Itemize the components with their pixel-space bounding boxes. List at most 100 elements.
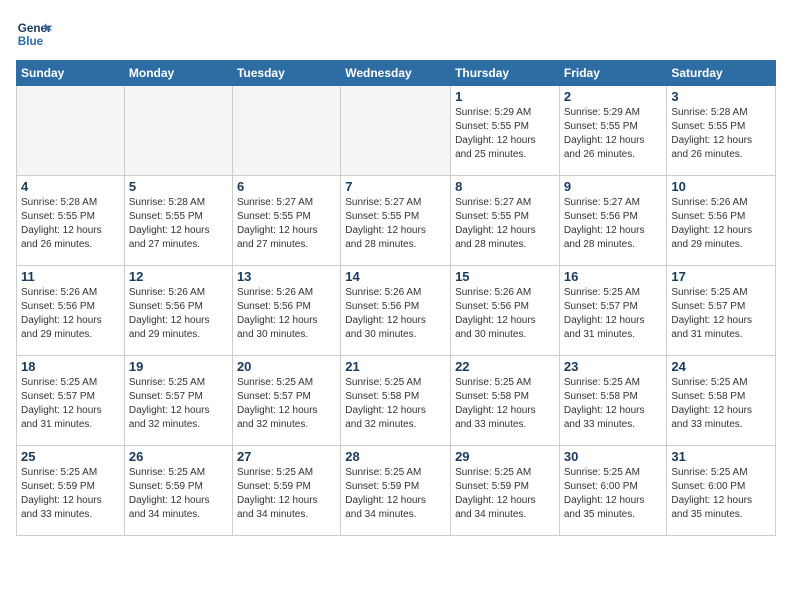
day-info: Sunrise: 5:25 AM Sunset: 5:59 PM Dayligh… [129,466,228,522]
day-number: 21 [345,359,446,374]
day-number: 28 [345,449,446,464]
weekday-header: Wednesday [341,61,451,86]
day-number: 27 [237,449,336,464]
day-info: Sunrise: 5:25 AM Sunset: 5:57 PM Dayligh… [564,286,663,342]
day-info: Sunrise: 5:25 AM Sunset: 5:57 PM Dayligh… [129,376,228,432]
weekday-header: Friday [559,61,667,86]
calendar-cell: 30 Sunrise: 5:25 AM Sunset: 6:00 PM Dayli… [559,446,667,536]
calendar-cell [124,86,232,176]
day-info: Sunrise: 5:25 AM Sunset: 5:57 PM Dayligh… [237,376,336,432]
calendar-cell: 16Sunrise: 5:25 AM Sunset: 5:57 PM Dayli… [559,266,667,356]
day-info: Sunrise: 5:25 AM Sunset: 5:59 PM Dayligh… [345,466,446,522]
calendar-cell: 1Sunrise: 5:29 AM Sunset: 5:55 PM Daylig… [451,86,560,176]
weekday-header: Thursday [451,61,560,86]
calendar-cell: 10 Sunrise: 5:26 AM Sunset: 5:56 PM Dayli… [667,176,776,266]
day-number: 26 [129,449,228,464]
day-info: Sunrise: 5:26 AM Sunset: 5:56 PM Dayligh… [129,286,228,342]
calendar-cell: 20Sunrise: 5:25 AM Sunset: 5:57 PM Dayli… [232,356,340,446]
day-number: 15 [455,269,555,284]
day-number: 13 [237,269,336,284]
day-info: Sunrise: 5:25 AM Sunset: 5:57 PM Dayligh… [21,376,120,432]
page-header: General Blue [16,16,776,52]
day-number: 9 [564,179,663,194]
day-info: Sunrise: 5:25 AM Sunset: 5:59 PM Dayligh… [455,466,555,522]
day-info: Sunrise: 5:25 AM Sunset: 5:59 PM Dayligh… [237,466,336,522]
calendar-cell: 5 Sunrise: 5:28 AM Sunset: 5:55 PM Daylig… [124,176,232,266]
day-info: Sunrise: 5:25 AM Sunset: 6:00 PM Dayligh… [671,466,771,522]
calendar-cell: 15 Sunrise: 5:26 AM Sunset: 5:56 PM Dayli… [451,266,560,356]
calendar-cell: 27 Sunrise: 5:25 AM Sunset: 5:59 PM Dayli… [232,446,340,536]
calendar-cell: 26 Sunrise: 5:25 AM Sunset: 5:59 PM Dayli… [124,446,232,536]
day-number: 11 [21,269,120,284]
calendar-cell [341,86,451,176]
calendar-cell: 18 Sunrise: 5:25 AM Sunset: 5:57 PM Dayli… [17,356,125,446]
calendar-cell: 19Sunrise: 5:25 AM Sunset: 5:57 PM Dayli… [124,356,232,446]
day-number: 17 [671,269,771,284]
calendar-cell [232,86,340,176]
calendar-week-row: 1Sunrise: 5:29 AM Sunset: 5:55 PM Daylig… [17,86,776,176]
day-number: 2 [564,89,663,104]
day-info: Sunrise: 5:25 AM Sunset: 5:59 PM Dayligh… [21,466,120,522]
day-info: Sunrise: 5:27 AM Sunset: 5:55 PM Dayligh… [455,196,555,252]
weekday-header-row: SundayMondayTuesdayWednesdayThursdayFrid… [17,61,776,86]
day-number: 7 [345,179,446,194]
day-info: Sunrise: 5:26 AM Sunset: 5:56 PM Dayligh… [455,286,555,342]
day-info: Sunrise: 5:25 AM Sunset: 5:58 PM Dayligh… [455,376,555,432]
calendar-cell: 21 Sunrise: 5:25 AM Sunset: 5:58 PM Dayli… [341,356,451,446]
calendar-cell: 3 Sunrise: 5:28 AM Sunset: 5:55 PM Daylig… [667,86,776,176]
calendar-cell [17,86,125,176]
day-info: Sunrise: 5:26 AM Sunset: 5:56 PM Dayligh… [671,196,771,252]
weekday-header: Tuesday [232,61,340,86]
day-number: 18 [21,359,120,374]
svg-text:Blue: Blue [18,35,44,48]
day-number: 25 [21,449,120,464]
day-number: 8 [455,179,555,194]
calendar-cell: 14 Sunrise: 5:26 AM Sunset: 5:56 PM Dayli… [341,266,451,356]
day-number: 14 [345,269,446,284]
day-number: 1 [455,89,555,104]
day-info: Sunrise: 5:27 AM Sunset: 5:55 PM Dayligh… [345,196,446,252]
weekday-header: Monday [124,61,232,86]
calendar-week-row: 25 Sunrise: 5:25 AM Sunset: 5:59 PM Dayli… [17,446,776,536]
day-number: 22 [455,359,555,374]
day-info: Sunrise: 5:26 AM Sunset: 5:56 PM Dayligh… [21,286,120,342]
day-number: 24 [671,359,771,374]
calendar-cell: 11 Sunrise: 5:26 AM Sunset: 5:56 PM Dayli… [17,266,125,356]
calendar-cell: 17Sunrise: 5:25 AM Sunset: 5:57 PM Dayli… [667,266,776,356]
calendar-cell: 8 Sunrise: 5:27 AM Sunset: 5:55 PM Daylig… [451,176,560,266]
calendar-cell: 9 Sunrise: 5:27 AM Sunset: 5:56 PM Daylig… [559,176,667,266]
day-number: 23 [564,359,663,374]
day-number: 12 [129,269,228,284]
calendar-cell: 4 Sunrise: 5:28 AM Sunset: 5:55 PM Daylig… [17,176,125,266]
calendar-week-row: 18 Sunrise: 5:25 AM Sunset: 5:57 PM Dayli… [17,356,776,446]
day-info: Sunrise: 5:28 AM Sunset: 5:55 PM Dayligh… [129,196,228,252]
calendar-cell: 12 Sunrise: 5:26 AM Sunset: 5:56 PM Dayli… [124,266,232,356]
day-info: Sunrise: 5:25 AM Sunset: 5:58 PM Dayligh… [345,376,446,432]
day-number: 3 [671,89,771,104]
calendar-cell: 6 Sunrise: 5:27 AM Sunset: 5:55 PM Daylig… [232,176,340,266]
day-number: 29 [455,449,555,464]
day-info: Sunrise: 5:27 AM Sunset: 5:56 PM Dayligh… [564,196,663,252]
day-info: Sunrise: 5:25 AM Sunset: 6:00 PM Dayligh… [564,466,663,522]
day-info: Sunrise: 5:28 AM Sunset: 5:55 PM Dayligh… [671,106,771,162]
day-info: Sunrise: 5:28 AM Sunset: 5:55 PM Dayligh… [21,196,120,252]
day-info: Sunrise: 5:26 AM Sunset: 5:56 PM Dayligh… [237,286,336,342]
day-number: 10 [671,179,771,194]
day-info: Sunrise: 5:27 AM Sunset: 5:55 PM Dayligh… [237,196,336,252]
calendar-cell: 28 Sunrise: 5:25 AM Sunset: 5:59 PM Dayli… [341,446,451,536]
weekday-header: Saturday [667,61,776,86]
day-number: 5 [129,179,228,194]
day-number: 31 [671,449,771,464]
day-info: Sunrise: 5:26 AM Sunset: 5:56 PM Dayligh… [345,286,446,342]
day-number: 4 [21,179,120,194]
day-number: 6 [237,179,336,194]
weekday-header: Sunday [17,61,125,86]
day-info: Sunrise: 5:25 AM Sunset: 5:58 PM Dayligh… [564,376,663,432]
calendar-cell: 25 Sunrise: 5:25 AM Sunset: 5:59 PM Dayli… [17,446,125,536]
calendar-cell: 31 Sunrise: 5:25 AM Sunset: 6:00 PM Dayli… [667,446,776,536]
calendar-cell: 13 Sunrise: 5:26 AM Sunset: 5:56 PM Dayli… [232,266,340,356]
day-info: Sunrise: 5:25 AM Sunset: 5:58 PM Dayligh… [671,376,771,432]
calendar-week-row: 4 Sunrise: 5:28 AM Sunset: 5:55 PM Daylig… [17,176,776,266]
day-number: 30 [564,449,663,464]
logo-icon: General Blue [16,16,52,52]
